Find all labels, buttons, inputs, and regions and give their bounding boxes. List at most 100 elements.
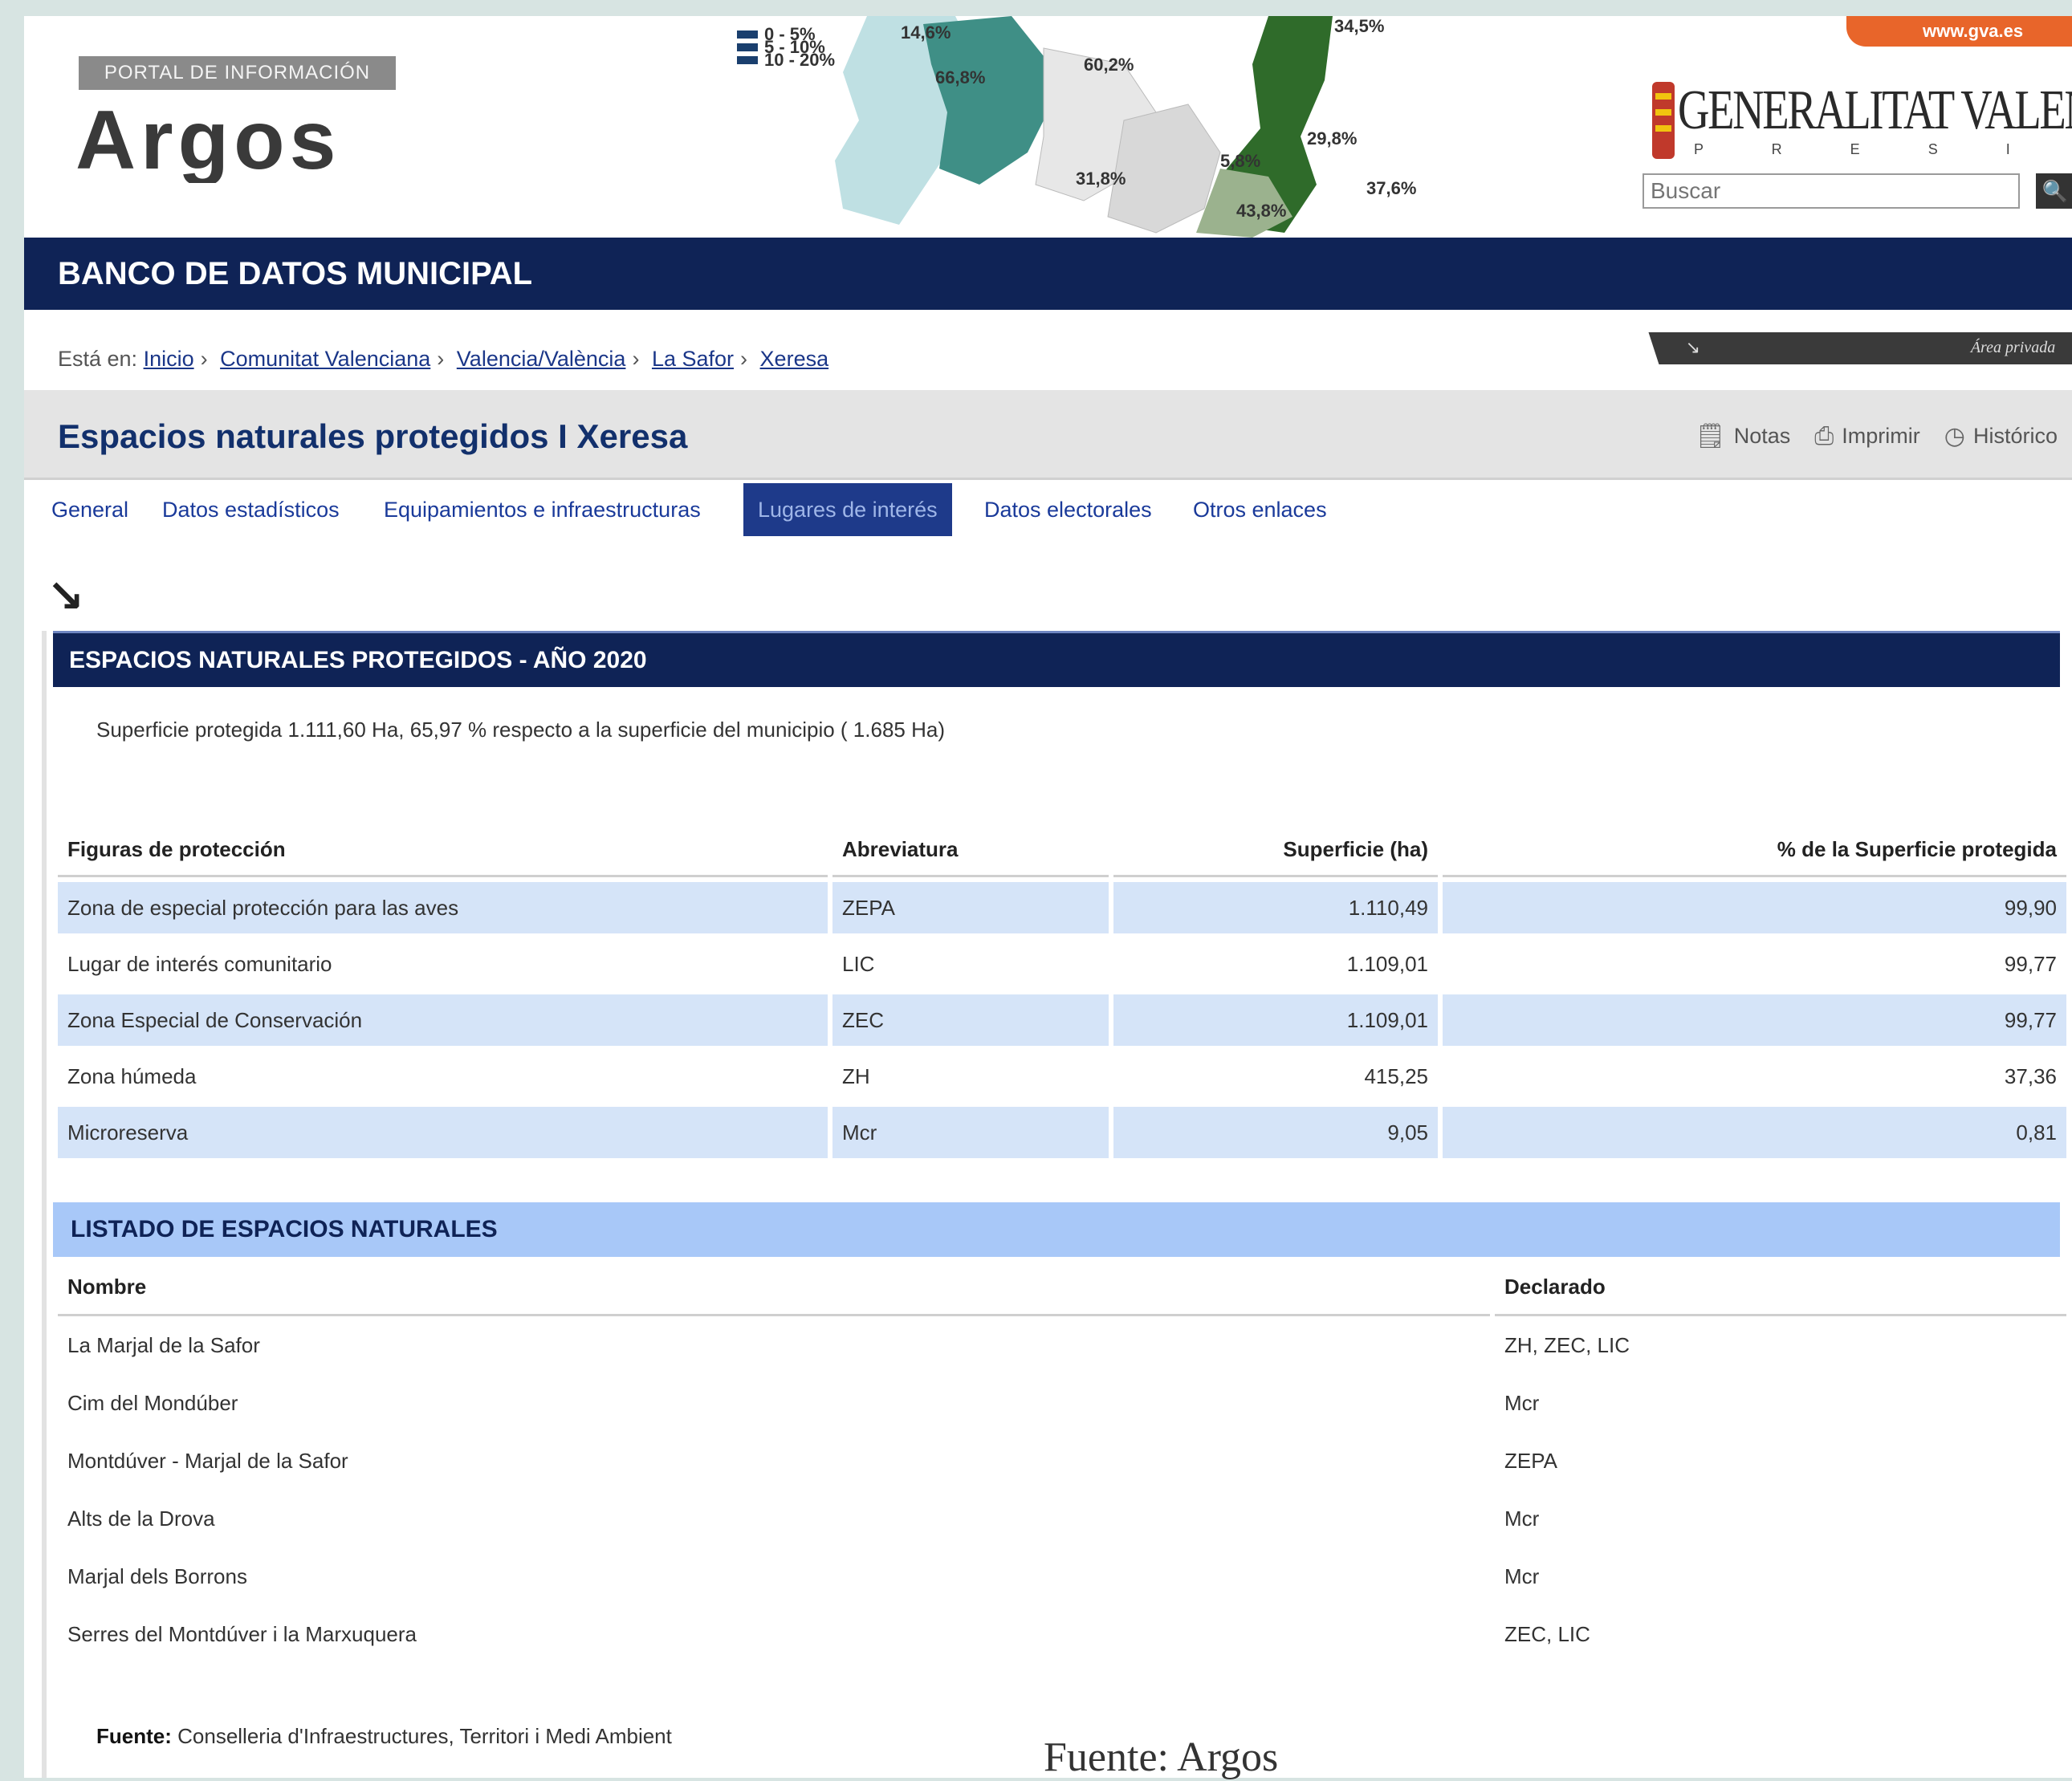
table-cell: 37,36: [2004, 1063, 2057, 1088]
portal-badge: PORTAL DE INFORMACIÓN: [79, 56, 396, 90]
table-cell: Mcr: [1504, 1390, 1540, 1415]
column-header: Figuras de protección: [58, 823, 828, 877]
table-cell: Mcr: [832, 1107, 1109, 1158]
source-text: Conselleria d'Infraestructures, Territor…: [177, 1724, 672, 1748]
tab-datos-electorales[interactable]: Datos electorales: [984, 483, 1152, 536]
table-cell: ZEC: [832, 994, 1109, 1046]
table-cell: 1.109,01: [1346, 951, 1428, 976]
tab-datos-estadisticos[interactable]: Datos estadísticos: [162, 483, 340, 536]
history-button[interactable]: ◷ Histórico: [1944, 422, 2058, 450]
breadcrumb-inicio[interactable]: Inicio: [144, 347, 194, 371]
breadcrumb-prefix: Está en:: [58, 347, 138, 371]
search-icon: 🔍: [2041, 178, 2069, 203]
tab-otros-enlaces[interactable]: Otros enlaces: [1193, 483, 1327, 536]
breadcrumb-valencia[interactable]: Valencia/València: [457, 347, 626, 371]
table-row: Cim del Mondúber Mcr: [58, 1374, 2066, 1432]
table-cell: La Marjal de la Safor: [67, 1332, 260, 1357]
table-cell: Zona de especial protección para las ave…: [58, 882, 828, 933]
svg-text:37,6%: 37,6%: [1366, 178, 1416, 198]
table-cell: 9,05: [1113, 1107, 1438, 1158]
private-area-tab[interactable]: ↘ Área privada: [1648, 332, 2072, 364]
header: PORTAL DE INFORMACIÓN Argos 0 - 5% 5 - 1…: [24, 16, 2072, 238]
table-row: La Marjal de la Safor ZH, ZEC, LIC: [58, 1316, 2066, 1374]
presidencia-label: P R E S I D E N C I A: [1694, 141, 2072, 157]
private-area-label: Área privada: [1970, 339, 2055, 356]
svg-text:66,8%: 66,8%: [935, 67, 985, 87]
section-heading: ESPACIOS NATURALES PROTEGIDOS - AÑO 2020: [53, 631, 2060, 687]
svg-text:31,8%: 31,8%: [1076, 169, 1126, 189]
table-cell: ZH, ZEC, LIC: [1504, 1332, 1630, 1357]
print-label: Imprimir: [1842, 424, 1920, 448]
table-cell: ZH: [842, 1063, 870, 1088]
source-note: Fuente: Conselleria d'Infraestructures, …: [96, 1724, 672, 1749]
table-cell: Mcr: [1504, 1506, 1540, 1531]
breadcrumb-separator: ›: [200, 347, 208, 371]
table-cell: 99,77: [1443, 994, 2066, 1046]
gva-link[interactable]: www.gva.es: [1846, 16, 2072, 47]
table-cell: Lugar de interés comunitario: [67, 951, 332, 976]
table-cell: 99,77: [2004, 951, 2057, 976]
protected-spaces-section: ESPACIOS NATURALES PROTEGIDOS - AÑO 2020…: [53, 631, 2060, 750]
table-row: Serres del Montdúver i la Marxuquera ZEC…: [58, 1605, 2066, 1663]
table-cell: Marjal dels Borrons: [67, 1563, 247, 1588]
column-header: Abreviatura: [832, 823, 1109, 877]
table-row: Montdúver - Marjal de la Safor ZEPA: [58, 1432, 2066, 1490]
table-row: Lugar de interés comunitario LIC 1.109,0…: [58, 938, 2066, 990]
table-row: Zona Especial de Conservación ZEC 1.109,…: [58, 994, 2066, 1046]
tab-equipamientos[interactable]: Equipamientos e infraestructuras: [384, 483, 701, 536]
history-icon: ◷: [1944, 423, 1965, 449]
breadcrumb: Está en: Inicio › Comunitat Valenciana › V…: [58, 347, 828, 372]
search-button[interactable]: 🔍: [2036, 173, 2072, 209]
search-input[interactable]: [1643, 173, 2020, 209]
notes-button[interactable]: 🗒 Notas: [1695, 422, 1791, 450]
tab-general[interactable]: General: [51, 483, 128, 536]
table-row: Zona de especial protección para las ave…: [58, 882, 2066, 933]
history-label: Histórico: [1972, 424, 2058, 448]
table-cell: ZEC, LIC: [1504, 1621, 1590, 1646]
breadcrumb-bar: Está en: Inicio › Comunitat Valenciana › V…: [24, 310, 2072, 390]
notes-icon: 🗒: [1695, 423, 1726, 449]
table-cell: LIC: [842, 951, 875, 976]
table-header-row: Nombre Declarado: [58, 1260, 2066, 1316]
section-heading: LISTADO DE ESPACIOS NATURALES: [53, 1202, 2060, 1257]
table-cell: 1.110,49: [1113, 882, 1438, 933]
table-row: Zona húmeda ZH 415,25 37,36: [58, 1051, 2066, 1102]
table-cell: ZEPA: [832, 882, 1109, 933]
protection-table: Figuras de protección Abreviatura Superf…: [53, 819, 2071, 1163]
natural-spaces-table: Nombre Declarado La Marjal de la Safor Z…: [53, 1260, 2071, 1663]
column-header: Declarado: [1495, 1260, 2066, 1316]
print-icon: ⎙: [1814, 422, 1834, 449]
generalitat-name: GENERALITAT VALENCIANA: [1678, 79, 2072, 141]
tab-lugares-de-interes[interactable]: Lugares de interés: [743, 483, 952, 536]
page: PORTAL DE INFORMACIÓN Argos 0 - 5% 5 - 1…: [24, 16, 2072, 1778]
column-header: % de la Superficie protegida: [1443, 823, 2066, 877]
argos-logo-mark: Argos: [75, 94, 336, 187]
figure-caption: Fuente: Argos: [1044, 1734, 1279, 1780]
svg-text:60,2%: 60,2%: [1084, 55, 1134, 75]
table-cell: Montdúver - Marjal de la Safor: [67, 1448, 348, 1473]
table-cell: 415,25: [1364, 1063, 1428, 1088]
print-button[interactable]: ⎙ Imprimir: [1814, 422, 1919, 450]
svg-text:29,8%: 29,8%: [1307, 128, 1357, 148]
page-title: Espacios naturales protegidos I Xeresa: [58, 417, 688, 455]
svg-text:43,8%: 43,8%: [1236, 201, 1286, 221]
column-header: Superficie (ha): [1113, 823, 1438, 877]
database-banner: BANCO DE DATOS MUNICIPAL: [24, 238, 2072, 310]
table-cell: Cim del Mondúber: [67, 1390, 238, 1415]
svg-text:5,8%: 5,8%: [1220, 151, 1260, 171]
table-cell: Microreserva: [58, 1107, 828, 1158]
breadcrumb-xeresa[interactable]: Xeresa: [760, 347, 829, 371]
breadcrumb-la-safor[interactable]: La Safor: [652, 347, 734, 371]
arrow-down-right-icon: ↘: [1685, 337, 1701, 357]
table-cell: Alts de la Drova: [67, 1506, 215, 1531]
table-cell: 0,81: [1443, 1107, 2066, 1158]
protected-surface-summary: Superficie protegida 1.111,60 Ha, 65,97 …: [96, 718, 945, 742]
table-row: Microreserva Mcr 9,05 0,81: [58, 1107, 2066, 1158]
header-map-image: 0 - 5% 5 - 10% 10 - 20% 14,6% 66,8% 60,2…: [737, 16, 1416, 238]
breadcrumb-separator: ›: [740, 347, 748, 371]
argos-logo[interactable]: Argos: [75, 94, 381, 197]
breadcrumb-comunitat[interactable]: Comunitat Valenciana: [220, 347, 430, 371]
svg-text:10 - 20%: 10 - 20%: [764, 50, 835, 70]
table-cell: Zona Especial de Conservación: [58, 994, 828, 1046]
table-cell: Zona húmeda: [67, 1063, 197, 1088]
